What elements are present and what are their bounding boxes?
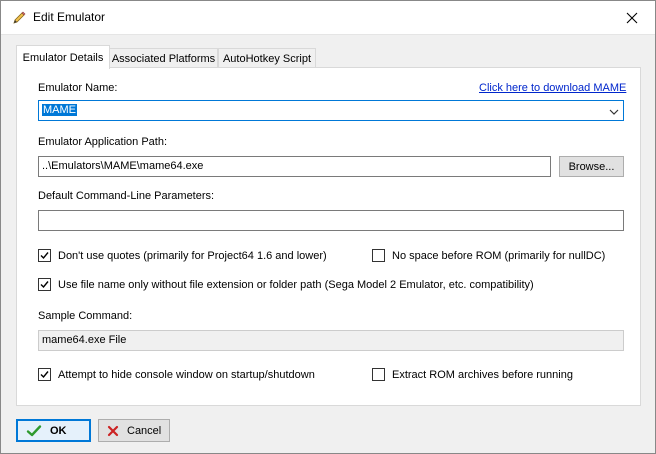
option-no-space[interactable]: No space before ROM (primarily for nullD…: [372, 249, 605, 262]
command-line-params-input[interactable]: [38, 210, 624, 231]
cancel-label: Cancel: [127, 424, 162, 437]
emulator-path-label: Emulator Application Path:: [38, 136, 168, 148]
sample-command-label: Sample Command:: [38, 310, 133, 322]
pencil-icon: [11, 10, 27, 26]
no-quotes-checkbox[interactable]: [38, 249, 51, 262]
emulator-name-label: Emulator Name:: [38, 82, 118, 94]
sample-command-value: mame64.exe File: [42, 334, 127, 346]
tab-associated-platforms[interactable]: Associated Platforms: [109, 48, 218, 68]
browse-label: Browse...: [568, 160, 615, 173]
download-mame-link[interactable]: Click here to download MAME: [479, 82, 626, 94]
emulator-name-value: MAME: [42, 104, 77, 116]
no-space-checkbox[interactable]: [372, 249, 385, 262]
extract-rom-label: Extract ROM archives before running: [392, 368, 573, 381]
close-button[interactable]: [609, 1, 655, 34]
no-space-label: No space before ROM (primarily for nullD…: [392, 249, 606, 262]
tab-autohotkey-script[interactable]: AutoHotkey Script: [218, 48, 316, 68]
command-line-params-label: Default Command-Line Parameters:: [38, 190, 215, 202]
cancel-button[interactable]: Cancel: [98, 419, 170, 442]
tab-label: Emulator Details: [22, 51, 104, 64]
hide-console-label: Attempt to hide console window on startu…: [58, 368, 315, 381]
option-hide-console[interactable]: Attempt to hide console window on startu…: [38, 368, 315, 381]
ok-button[interactable]: OK: [16, 419, 91, 442]
hide-console-checkbox[interactable]: [38, 368, 51, 381]
title-bar: Edit Emulator: [1, 1, 655, 35]
tab-emulator-details[interactable]: Emulator Details: [16, 45, 110, 69]
extract-rom-checkbox[interactable]: [372, 368, 385, 381]
file-name-only-label: Use file name only without file extensio…: [58, 278, 534, 291]
no-quotes-label: Don't use quotes (primarily for Project6…: [58, 249, 327, 262]
edit-emulator-dialog: Edit Emulator Emulator Details Associate…: [0, 0, 656, 454]
file-name-only-checkbox[interactable]: [38, 278, 51, 291]
tab-label: AutoHotkey Script: [222, 52, 312, 65]
window-title: Edit Emulator: [33, 10, 106, 24]
cross-icon: [105, 423, 121, 439]
chevron-down-icon[interactable]: [609, 105, 619, 115]
emulator-path-value: ..\Emulators\MAME\mame64.exe: [42, 160, 204, 172]
option-extract-rom[interactable]: Extract ROM archives before running: [372, 368, 573, 381]
tab-label: Associated Platforms: [111, 52, 216, 65]
sample-command-field: mame64.exe File: [38, 330, 624, 351]
option-file-name-only[interactable]: Use file name only without file extensio…: [38, 278, 534, 291]
checkmark-icon: [26, 423, 42, 439]
emulator-path-input[interactable]: ..\Emulators\MAME\mame64.exe: [38, 156, 551, 177]
close-icon: [626, 12, 638, 24]
emulator-details-panel: Emulator Name: Click here to download MA…: [16, 67, 641, 406]
option-no-quotes[interactable]: Don't use quotes (primarily for Project6…: [38, 249, 327, 262]
ok-label: OK: [50, 424, 67, 437]
emulator-name-combo[interactable]: MAME: [38, 100, 624, 121]
browse-button[interactable]: Browse...: [559, 156, 624, 177]
